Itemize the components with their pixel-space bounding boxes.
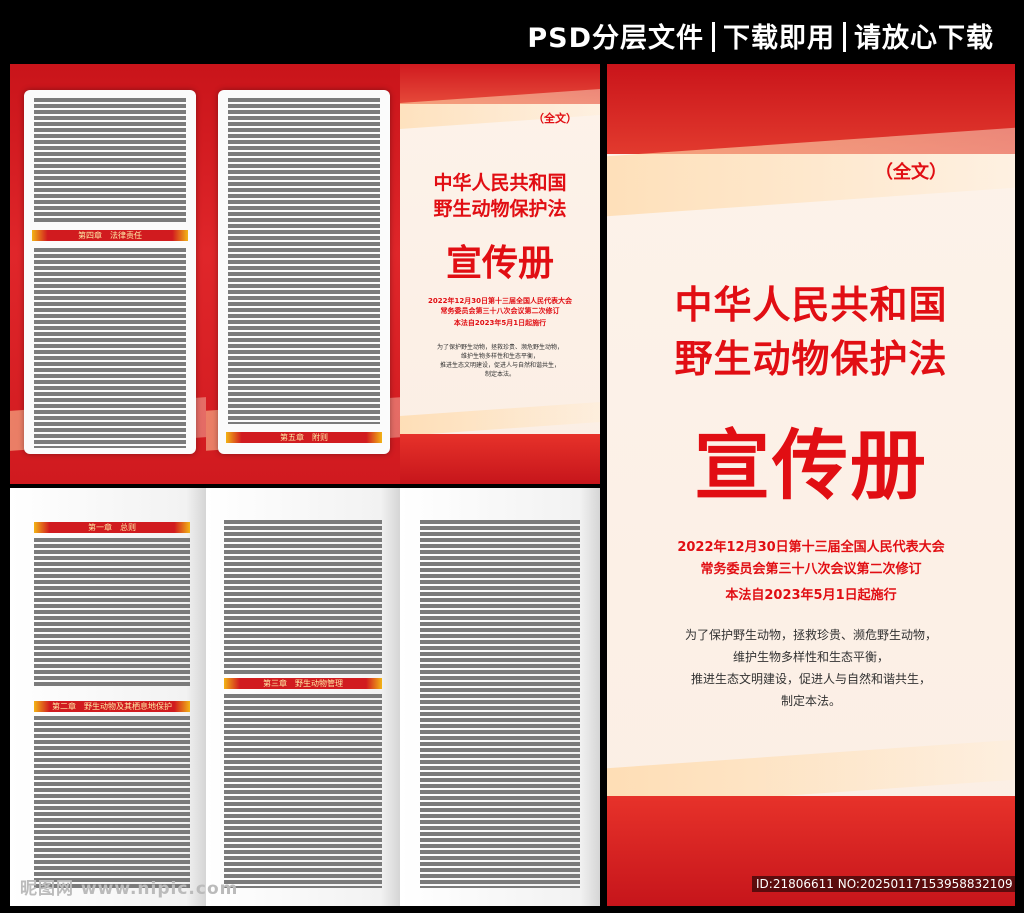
- inner-page-right: [400, 488, 600, 906]
- small-cover-sub2: 常务委员会第三十八次会议第二次修订: [440, 307, 560, 315]
- small-cover-tag: （全文）: [533, 112, 577, 125]
- inner-page-left: 第一章 总则 第二章 野生动物及其栖息地保护: [10, 488, 206, 906]
- large-cover-body3: 推进生态文明建设，促进人与自然和谐共生，: [690, 672, 931, 686]
- chapter-banner-3: 第三章 野生动物管理: [224, 678, 382, 689]
- chapter-banner-5: 第五章 附则: [226, 432, 382, 443]
- assure-label: 请放心下载: [854, 23, 994, 54]
- large-cover: （全文） 中华人民共和国 野生动物保护法 宣传册 2022年12月30日第十三届…: [607, 64, 1015, 906]
- outer-panel-middle: 第五章 附则: [206, 64, 400, 484]
- small-cover-body4: 制定本法。: [484, 371, 515, 378]
- psd-label: PSD分层文件: [527, 23, 704, 54]
- small-cover-big-title: 宣传册: [445, 243, 554, 284]
- large-cover-big-title: 宣传册: [694, 421, 928, 510]
- divider: [712, 22, 715, 52]
- text-lines: [34, 538, 190, 686]
- top-bar: PSD分层文件 下载即用 请放心下载: [0, 0, 1024, 62]
- large-cover-body4: 制定本法。: [780, 694, 841, 708]
- chapter-banner-4: 第四章 法律责任: [32, 230, 188, 241]
- large-cover-sub1: 2022年12月30日第十三届全国人民代表大会: [677, 540, 945, 555]
- text-sheet: 第四章 法律责任: [24, 90, 196, 454]
- large-cover-body2: 维护生物多样性和生态平衡，: [732, 650, 889, 664]
- text-lines: [420, 520, 580, 888]
- large-cover-tag: （全文）: [875, 162, 947, 183]
- large-cover-sub2: 常务委员会第三十八次会议第二次修订: [700, 562, 922, 577]
- small-cover-title-1: 中华人民共和国: [433, 172, 567, 194]
- outer-panel-left: 第四章 法律责任: [10, 64, 206, 484]
- large-cover-title-1: 中华人民共和国: [674, 283, 948, 327]
- top-bar-text: PSD分层文件 下载即用 请放心下载: [527, 16, 994, 55]
- small-cover-sub1: 2022年12月30日第十三届全国人民代表大会: [428, 297, 572, 305]
- small-cover-body3: 推进生态文明建设，促进人与自然和谐共生，: [439, 362, 560, 369]
- large-cover-sub3: 本法自2023年5月1日起施行: [725, 588, 897, 603]
- text-lines: [228, 98, 380, 424]
- inner-page-middle: 第三章 野生动物管理: [206, 488, 400, 906]
- text-lines: [34, 98, 186, 224]
- large-cover-title-2: 野生动物保护法: [674, 337, 948, 381]
- small-cover-sub3: 本法自2023年5月1日起施行: [453, 319, 547, 327]
- outer-panel-cover: （全文） 中华人民共和国 野生动物保护法 宣传册 2022年12月30日第十三届…: [400, 64, 600, 484]
- large-cover-body1: 为了保护野生动物，拯救珍贵、濒危野生动物，: [684, 628, 937, 642]
- text-lines: [224, 694, 382, 888]
- cover-bottom-band: [400, 434, 600, 484]
- divider: [843, 22, 846, 52]
- text-lines: [34, 716, 190, 888]
- text-sheet: 第五章 附则: [218, 90, 390, 454]
- small-cover-body1: 为了保护野生动物，拯救珍贵、濒危野生动物，: [436, 344, 563, 351]
- text-lines: [34, 248, 186, 448]
- image-id-label: ID:21806611 NO:20250117153958832109: [752, 876, 1017, 892]
- decor-wave: [400, 400, 600, 438]
- small-cover-body2: 维护生物多样性和生态平衡，: [460, 353, 539, 360]
- download-label: 下载即用: [723, 23, 835, 54]
- chapter-banner-1: 第一章 总则: [34, 522, 190, 533]
- small-cover-title-2: 野生动物保护法: [433, 198, 567, 220]
- text-lines: [224, 520, 382, 676]
- chapter-banner-2: 第二章 野生动物及其栖息地保护: [34, 701, 190, 712]
- site-watermark: 昵图网 www.nipic.com: [20, 879, 239, 899]
